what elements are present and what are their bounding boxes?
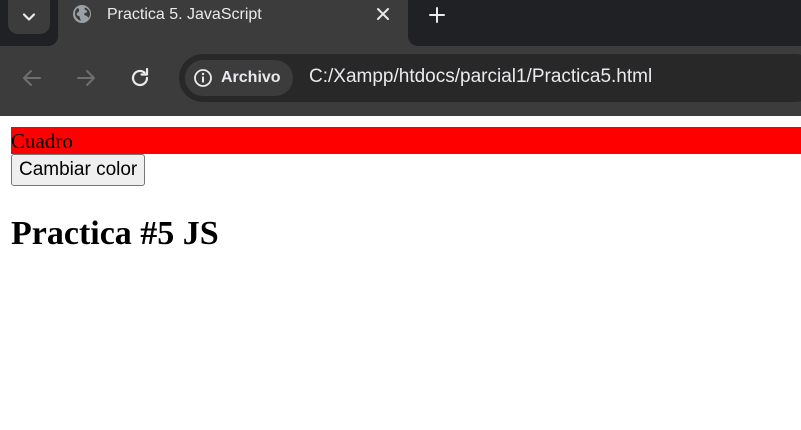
site-chip-label: Archivo [221,69,281,86]
plus-icon[interactable] [426,4,448,26]
tab-active[interactable]: Practica 5. JavaScript [48,0,418,46]
close-icon[interactable] [374,5,392,23]
globe-icon [73,5,91,23]
tab-search-button[interactable] [8,0,50,34]
site-info-chip[interactable]: Archivo [185,60,293,96]
address-bar[interactable]: Archivo C:/Xampp/htdocs/parcial1/Practic… [179,54,801,102]
chevron-down-icon [22,13,36,21]
tab-strip: Practica 5. JavaScript [0,0,801,46]
tab-title: Practica 5. JavaScript [107,6,262,23]
cuadro-box: Cuadro [11,127,801,154]
url-text[interactable]: C:/Xampp/htdocs/parcial1/Practica5.html [309,66,652,88]
page-heading: Practica #5 JS [11,215,219,252]
info-icon [194,69,212,87]
page-content: Cuadro Cambiar color Practica #5 JS [0,116,801,430]
reload-icon[interactable] [128,66,152,90]
toolbar: Archivo C:/Xampp/htdocs/parcial1/Practic… [0,46,801,116]
browser-chrome: Practica 5. JavaScript Archivo C:/Xampp/… [0,0,801,116]
arrow-right-icon[interactable] [74,66,98,90]
arrow-left-icon[interactable] [20,66,44,90]
change-color-button[interactable]: Cambiar color [11,154,146,186]
